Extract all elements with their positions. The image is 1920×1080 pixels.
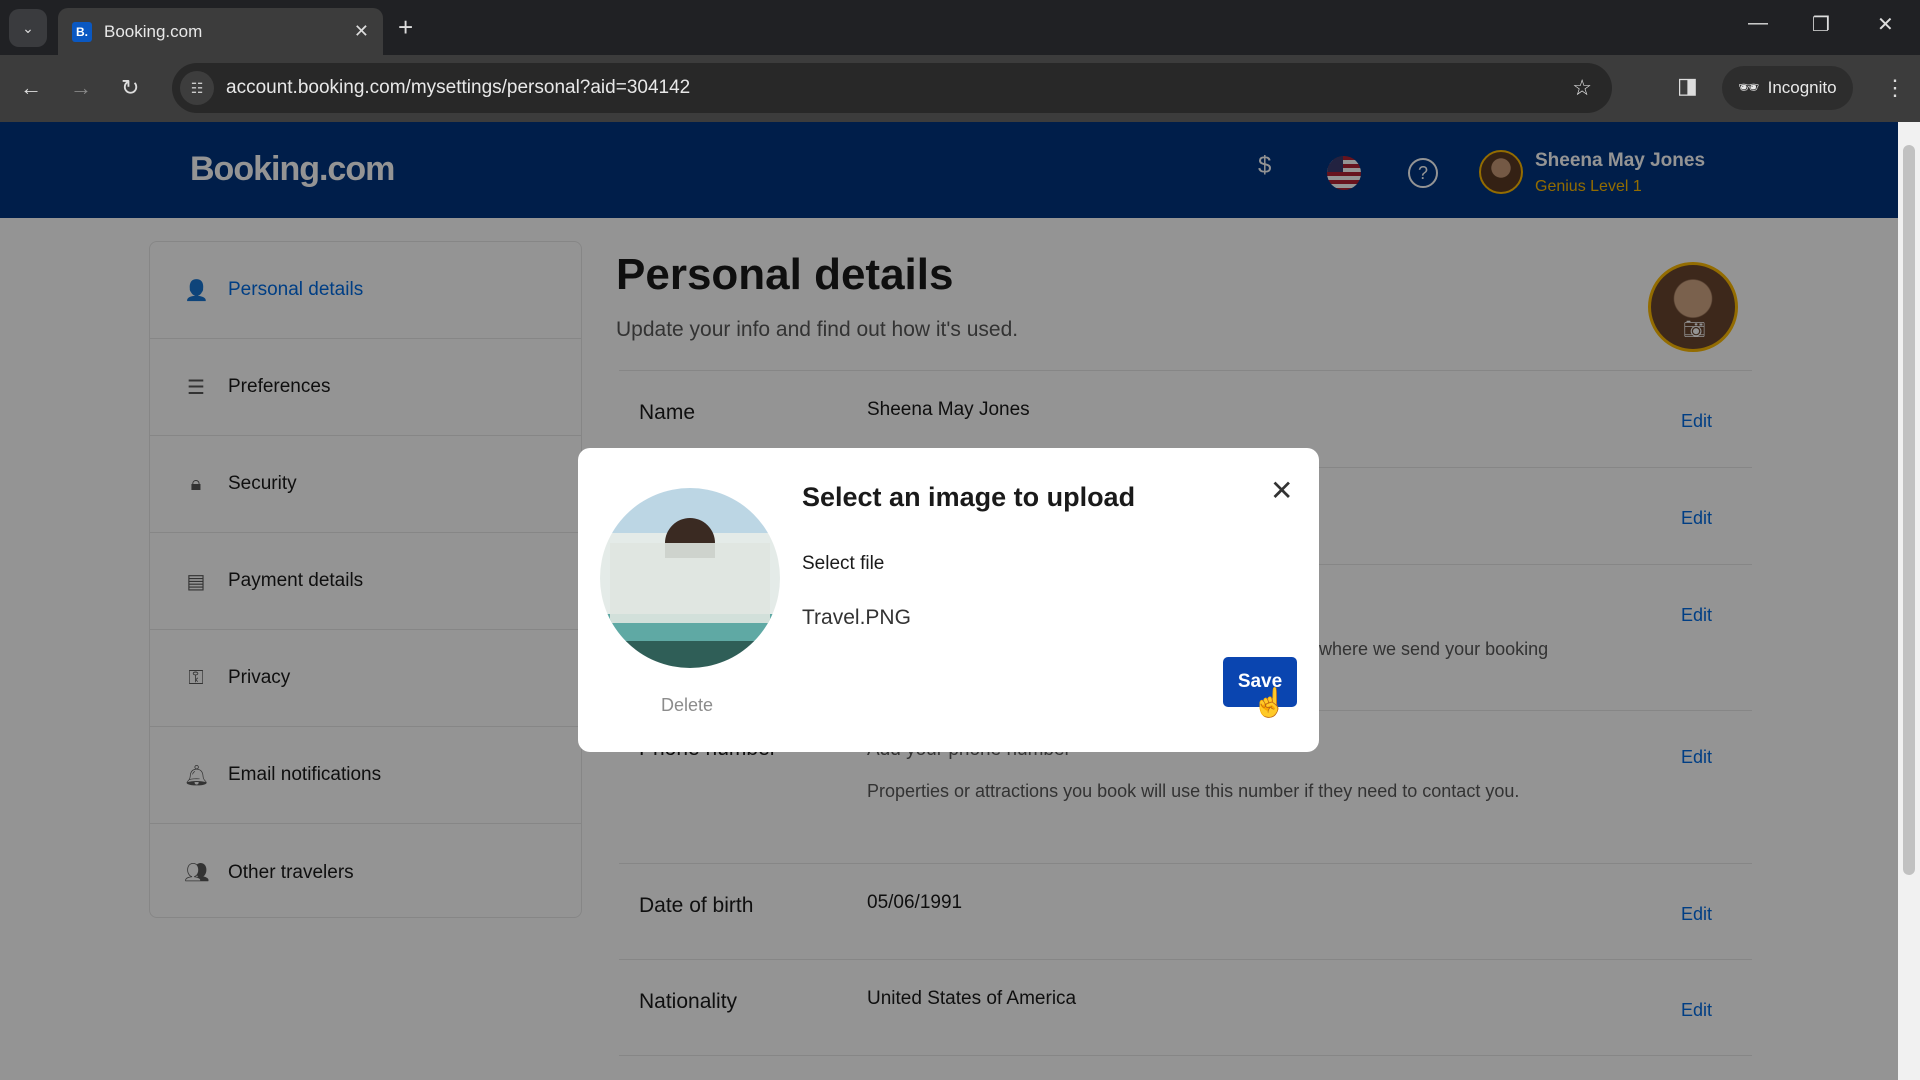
address-bar-area: ← → ↻ ☷ account.booking.com/mysettings/p…: [0, 55, 1920, 122]
close-tab-icon[interactable]: ✕: [354, 21, 369, 42]
restore-icon[interactable]: ❐: [1812, 12, 1830, 37]
tab-title: Booking.com: [104, 21, 203, 41]
selected-file-name: Travel.PNG: [802, 606, 911, 629]
forward-icon[interactable]: →: [70, 75, 92, 101]
dialog-title: Select an image to upload: [802, 482, 1136, 512]
close-icon[interactable]: ✕: [1270, 474, 1293, 507]
incognito-icon: 🕶: [1738, 78, 1760, 97]
bookmark-star-icon[interactable]: ☆: [1572, 75, 1592, 101]
upload-image-dialog: Delete Select an image to upload ✕ Selec…: [578, 448, 1319, 752]
close-window-icon[interactable]: ✕: [1877, 12, 1894, 37]
hand-cursor-icon: ☝: [1252, 687, 1287, 718]
incognito-badge[interactable]: 🕶 Incognito: [1722, 66, 1853, 110]
browser-tab[interactable]: B. Booking.com ✕: [58, 8, 383, 55]
booking-favicon-icon: B.: [72, 21, 92, 42]
page: Booking.com $ ? Sheena May Jones Genius …: [0, 122, 1898, 1080]
site-info-icon[interactable]: ☷: [180, 71, 214, 105]
select-file-label[interactable]: Select file: [802, 553, 884, 575]
side-panel-icon[interactable]: ◨: [1677, 73, 1698, 99]
minimize-icon[interactable]: —: [1748, 12, 1768, 35]
image-preview: [600, 488, 780, 668]
delete-button[interactable]: Delete: [661, 695, 713, 716]
url-text[interactable]: account.booking.com/mysettings/personal?…: [226, 77, 690, 99]
browser-menu-icon[interactable]: ⋮: [1884, 75, 1906, 101]
browser-tab-bar: ⌄ B. Booking.com ✕ + — ❐ ✕: [0, 0, 1920, 55]
back-icon[interactable]: ←: [20, 75, 42, 101]
scrollbar-thumb[interactable]: [1903, 145, 1915, 875]
tab-list-button[interactable]: ⌄: [9, 9, 47, 47]
new-tab-button[interactable]: +: [398, 12, 413, 43]
url-bar[interactable]: ☷ account.booking.com/mysettings/persona…: [172, 63, 1612, 113]
incognito-label: Incognito: [1767, 78, 1837, 97]
reload-icon[interactable]: ↻: [121, 75, 139, 101]
